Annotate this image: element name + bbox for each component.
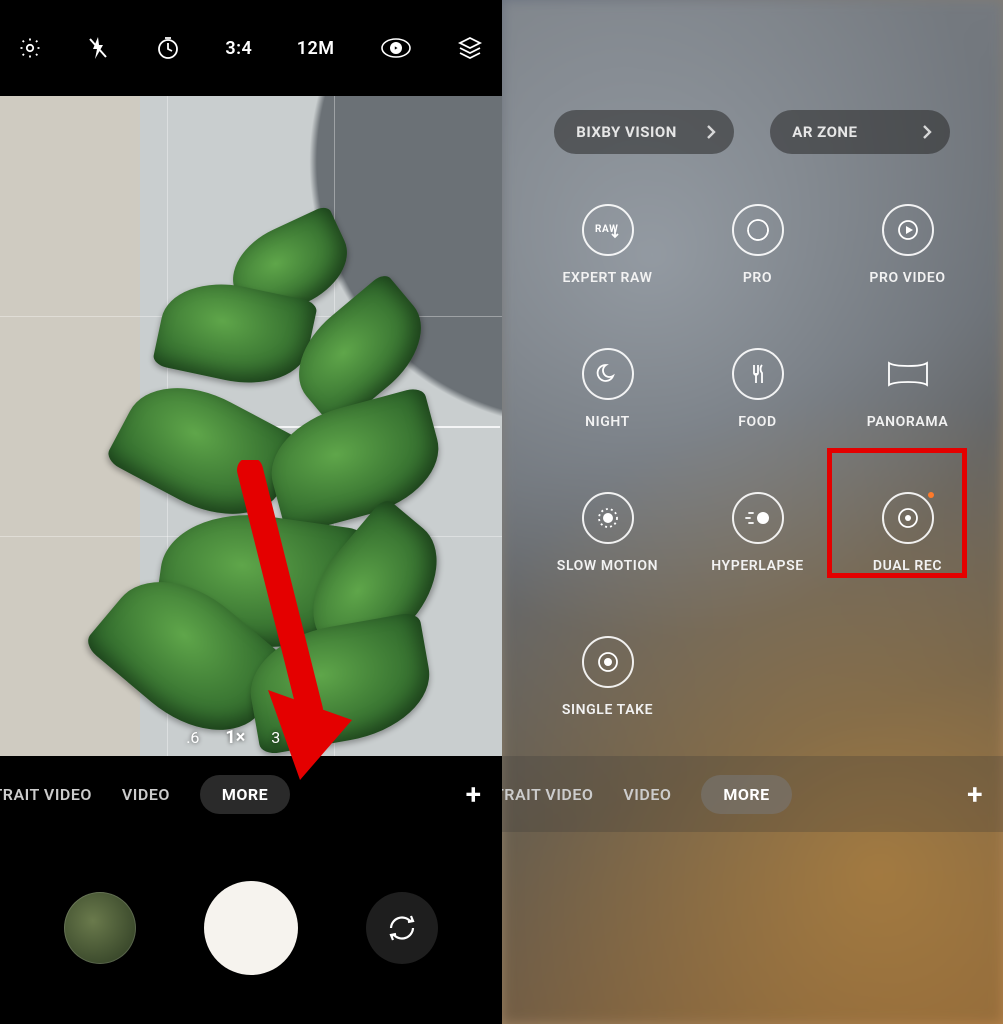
- mode-food[interactable]: FOOD: [688, 348, 828, 430]
- night-icon: [582, 348, 634, 400]
- mode-single-take[interactable]: SINGLE TAKE: [538, 636, 678, 718]
- bixby-vision-button[interactable]: BIXBY VISION: [554, 110, 734, 154]
- mode-panorama[interactable]: PANORAMA: [838, 348, 978, 430]
- switch-camera-button[interactable]: [366, 892, 438, 964]
- gallery-thumbnail[interactable]: [64, 892, 136, 964]
- settings-icon[interactable]: [18, 36, 42, 60]
- mode-video[interactable]: VIDEO: [623, 785, 671, 804]
- mode-video[interactable]: VIDEO: [122, 785, 170, 804]
- mode-label: PRO: [743, 270, 772, 286]
- shutter-button[interactable]: [204, 881, 298, 975]
- add-mode-button[interactable]: +: [458, 778, 490, 811]
- hyperlapse-icon: [732, 492, 784, 544]
- mode-label: PANORAMA: [867, 414, 949, 430]
- motion-photo-icon[interactable]: [379, 36, 413, 60]
- zoom-selector[interactable]: .6 1× 3 5: [186, 727, 315, 748]
- dual-rec-icon: [882, 492, 934, 544]
- mode-grid: RAW EXPERT RAW PRO: [538, 204, 968, 718]
- mode-slow-motion[interactable]: SLOW MOTION: [538, 492, 678, 574]
- mode-dual-rec[interactable]: DUAL REC: [838, 492, 978, 574]
- pro-video-icon: [882, 204, 934, 256]
- mode-portrait-video[interactable]: PORTRAIT VIDEO: [502, 785, 594, 804]
- resolution-button[interactable]: 12M: [297, 38, 335, 59]
- mode-more[interactable]: MORE: [701, 775, 791, 814]
- badge-dot: [928, 492, 934, 498]
- mode-portrait-video[interactable]: PORTRAIT VIDEO: [0, 785, 92, 804]
- mode-more[interactable]: MORE: [200, 775, 290, 814]
- aspect-ratio-button[interactable]: 3:4: [225, 38, 252, 59]
- mode-label: SINGLE TAKE: [562, 702, 653, 718]
- mode-label: PRO VIDEO: [869, 270, 945, 286]
- zoom-option[interactable]: 3: [271, 728, 280, 747]
- mode-label: SLOW MOTION: [557, 558, 658, 574]
- top-pill-row: BIXBY VISION AR ZONE: [502, 110, 1003, 154]
- bottom-controls: [0, 832, 502, 1024]
- switch-camera-icon: [385, 911, 419, 945]
- camera-more-screen: BIXBY VISION AR ZONE RAW: [502, 0, 1003, 1024]
- mode-night[interactable]: NIGHT: [538, 348, 678, 430]
- mode-pro[interactable]: PRO: [688, 204, 828, 286]
- slow-motion-icon: [582, 492, 634, 544]
- add-mode-button[interactable]: +: [959, 778, 991, 811]
- top-toolbar: 3:4 12M: [0, 0, 502, 96]
- single-take-icon: [582, 636, 634, 688]
- panorama-icon: [882, 348, 934, 400]
- mode-label: HYPERLAPSE: [711, 558, 804, 574]
- expert-raw-icon: RAW: [582, 204, 634, 256]
- pro-icon: [732, 204, 784, 256]
- viewfinder-plant: [120, 196, 460, 736]
- pill-label: AR ZONE: [792, 123, 857, 141]
- camera-viewfinder[interactable]: .6 1× 3 5: [0, 96, 502, 756]
- mode-hyperlapse[interactable]: HYPERLAPSE: [688, 492, 828, 574]
- mode-label: FOOD: [738, 414, 777, 430]
- timer-icon[interactable]: [155, 35, 181, 61]
- chevron-right-icon: [706, 124, 716, 140]
- pill-label: BIXBY VISION: [576, 123, 677, 141]
- camera-main-screen: 3:4 12M: [0, 0, 502, 1024]
- bottom-controls-placeholder: [502, 832, 1003, 1024]
- screenshot-container: 3:4 12M: [0, 0, 1003, 1024]
- filters-icon[interactable]: [457, 35, 483, 61]
- flash-off-icon[interactable]: [86, 35, 110, 61]
- mode-tabs: PORTRAIT VIDEO VIDEO MORE +: [0, 756, 502, 832]
- mode-label: EXPERT RAW: [563, 270, 653, 286]
- mode-pro-video[interactable]: PRO VIDEO: [838, 204, 978, 286]
- food-icon: [732, 348, 784, 400]
- zoom-option[interactable]: 5: [306, 728, 315, 747]
- chevron-right-icon: [922, 124, 932, 140]
- mode-label: DUAL REC: [873, 558, 942, 574]
- mode-label: NIGHT: [585, 414, 630, 430]
- zoom-option-active[interactable]: 1×: [225, 727, 245, 748]
- zoom-option[interactable]: .6: [186, 728, 199, 747]
- mode-tabs: PORTRAIT VIDEO VIDEO MORE +: [502, 756, 1003, 832]
- mode-expert-raw[interactable]: RAW EXPERT RAW: [538, 204, 678, 286]
- ar-zone-button[interactable]: AR ZONE: [770, 110, 950, 154]
